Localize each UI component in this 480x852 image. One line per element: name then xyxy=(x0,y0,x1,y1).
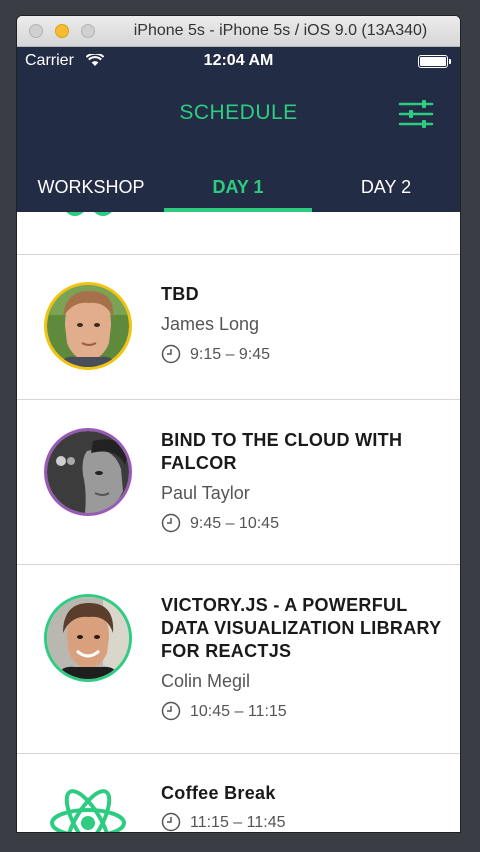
status-bar: Carrier 12:04 AM xyxy=(17,47,460,75)
session-time: 9:15 – 9:45 xyxy=(161,344,270,364)
clock-icon xyxy=(161,344,181,364)
session-row[interactable]: Coffee Break 11:15 – 11:45 xyxy=(17,754,460,832)
clock-icon xyxy=(161,701,181,721)
status-time: 12:04 AM xyxy=(203,52,274,69)
partial-icon xyxy=(66,212,112,216)
tab-workshop[interactable]: WORKSHOP xyxy=(17,161,165,212)
day-tabs: WORKSHOP DAY 1 DAY 2 xyxy=(17,161,460,212)
clock-icon xyxy=(161,812,181,832)
speaker-avatar xyxy=(44,594,132,682)
session-time-text: 11:15 – 11:45 xyxy=(190,814,286,831)
speaker-name: Paul Taylor xyxy=(161,483,250,503)
session-list[interactable]: TBD James Long 9:15 – 9:45 BIND TO THE C… xyxy=(17,212,460,832)
session-time: 9:45 – 10:45 xyxy=(161,513,279,533)
session-time-text: 10:45 – 11:15 xyxy=(190,703,287,720)
session-title: VICTORY.JS - A POWERFUL DATA VISUALIZATI… xyxy=(161,595,442,661)
speaker-name: James Long xyxy=(161,314,260,334)
session-title: Coffee Break xyxy=(161,783,276,803)
nav-header: SCHEDULE WORKSHOP DAY 1 DAY 2 xyxy=(17,75,460,212)
battery-icon xyxy=(418,55,451,68)
window-titlebar: iPhone 5s - iPhone 5s / iOS 9.0 (13A340) xyxy=(17,16,460,47)
list-item[interactable] xyxy=(17,212,460,255)
session-time-text: 9:45 – 10:45 xyxy=(190,515,279,532)
zoom-window-button[interactable] xyxy=(81,24,95,38)
clock-icon xyxy=(161,513,181,533)
filter-sliders-icon[interactable] xyxy=(398,99,434,129)
session-title: TBD xyxy=(161,284,199,304)
speaker-name: Colin Megil xyxy=(161,671,251,691)
session-row[interactable]: BIND TO THE CLOUD WITH FALCOR Paul Taylo… xyxy=(17,400,460,565)
tab-day-2[interactable]: DAY 2 xyxy=(312,161,460,212)
minimize-window-button[interactable] xyxy=(55,24,69,38)
react-atom-icon xyxy=(50,789,126,832)
close-window-button[interactable] xyxy=(29,24,43,38)
speaker-avatar xyxy=(44,428,132,516)
session-time: 11:15 – 11:45 xyxy=(161,812,286,832)
window-title: iPhone 5s - iPhone 5s / iOS 9.0 (13A340) xyxy=(133,22,428,39)
tab-day-1[interactable]: DAY 1 xyxy=(164,161,312,212)
session-time: 10:45 – 11:15 xyxy=(161,701,287,721)
simulator-window: iPhone 5s - iPhone 5s / iOS 9.0 (13A340)… xyxy=(17,16,460,832)
speaker-avatar xyxy=(44,282,132,370)
session-row[interactable]: VICTORY.JS - A POWERFUL DATA VISUALIZATI… xyxy=(17,565,460,754)
session-time-text: 9:15 – 9:45 xyxy=(190,346,271,363)
page-title: SCHEDULE xyxy=(179,101,298,124)
session-row[interactable]: TBD James Long 9:15 – 9:45 xyxy=(17,255,460,400)
session-title: BIND TO THE CLOUD WITH FALCOR xyxy=(161,430,403,473)
